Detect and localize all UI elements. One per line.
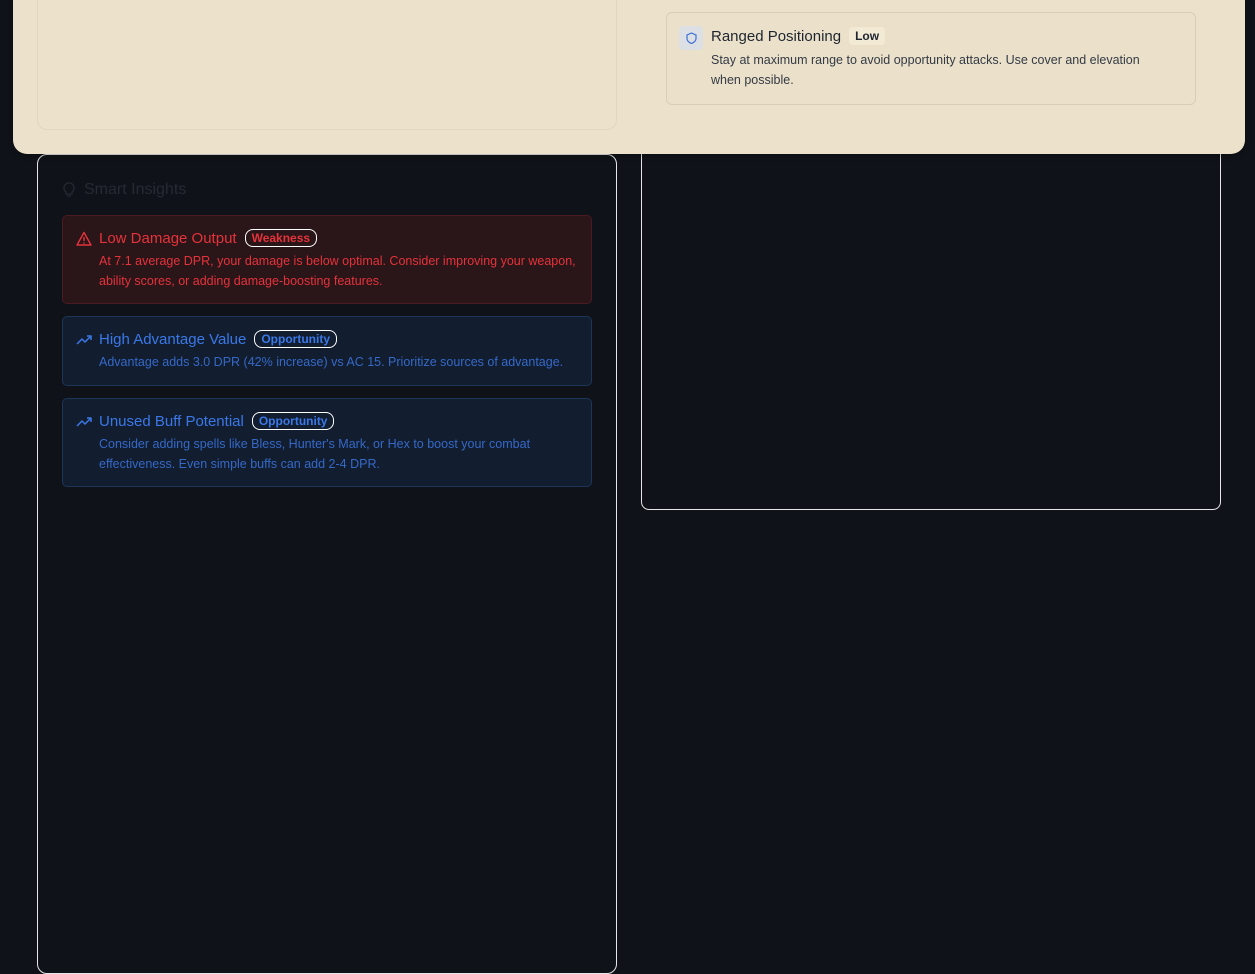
overlay-left-box (37, 0, 617, 130)
insight-description: Advantage adds 3.0 DPR (42% increase) vs… (99, 355, 564, 369)
lightbulb-icon (63, 182, 75, 197)
insight-badge: Weakness (244, 229, 318, 247)
insight-badge: Opportunity (251, 412, 335, 430)
insight-badge: Opportunity (254, 330, 337, 348)
smart-insights-panel: Smart Insights Low Damage Output Weaknes… (37, 154, 617, 974)
trending-up-icon (76, 417, 92, 427)
tip-title: Ranged Positioning (711, 27, 842, 45)
tactical-tip-card[interactable]: Ranged Positioning Low Stay at maximum r… (666, 12, 1196, 105)
overlay-panel: Ranged Positioning Low Stay at maximum r… (13, 0, 1245, 154)
trending-up-icon (76, 335, 92, 345)
insight-description: At 7.1 average DPR, your damage is below… (99, 254, 576, 288)
insight-title: Unused Buff Potential (99, 412, 244, 430)
insight-title: Low Damage Output (99, 229, 237, 247)
insight-card-weakness: Low Damage Output Weakness At 7.1 averag… (62, 215, 592, 304)
priority-badge: Low (849, 27, 886, 45)
insight-title: High Advantage Value (99, 330, 247, 348)
insight-card-opportunity: Unused Buff Potential Opportunity Consid… (62, 398, 592, 487)
tip-title-row: Ranged Positioning Low (711, 27, 886, 45)
insights-title: Smart Insights (84, 181, 187, 198)
right-panel (641, 120, 1221, 510)
warning-triangle-icon (76, 231, 92, 246)
tip-icon-container (679, 26, 703, 50)
insight-description: Consider adding spells like Bless, Hunte… (99, 437, 531, 471)
insights-header: Smart Insights (62, 181, 186, 199)
insight-card-opportunity: High Advantage Value Opportunity Advanta… (62, 316, 592, 386)
tip-description: Stay at maximum range to avoid opportuni… (711, 53, 1140, 87)
shield-icon (685, 32, 697, 44)
